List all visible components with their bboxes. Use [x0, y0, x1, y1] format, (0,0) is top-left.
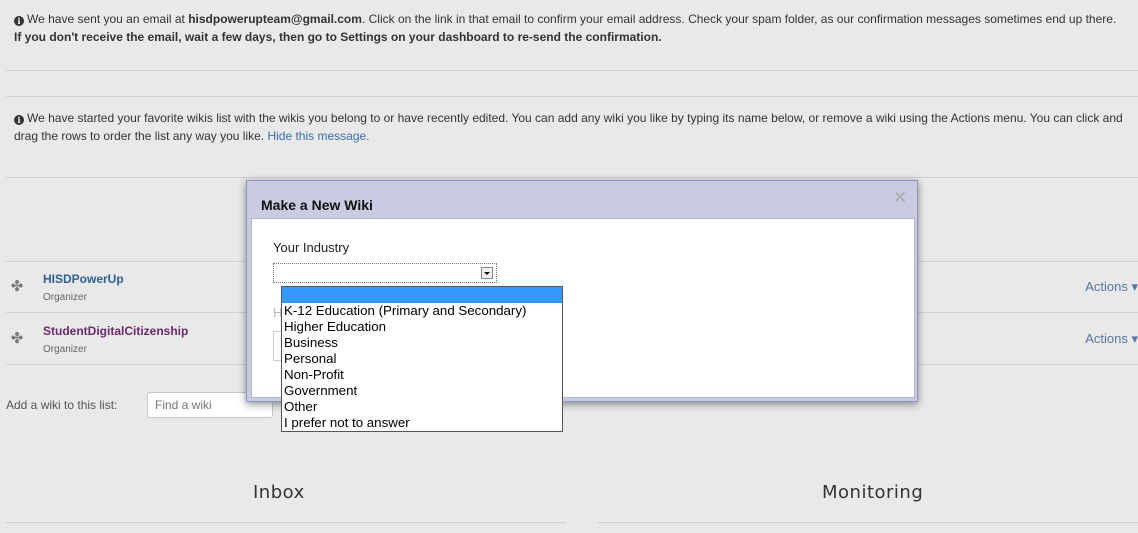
monitoring-heading: Monitoring	[822, 482, 924, 503]
dropdown-option[interactable]	[282, 287, 562, 303]
notice-email-address: hisdpowerupteam@gmail.com	[188, 12, 362, 26]
dropdown-option[interactable]: Personal	[282, 351, 562, 367]
info-icon: i	[14, 16, 24, 26]
industry-dropdown-list[interactable]: K-12 Education (Primary and Secondary) H…	[281, 286, 563, 432]
wiki-name-link[interactable]: HISDPowerUp	[43, 272, 124, 286]
dropdown-option[interactable]: Business	[282, 335, 562, 351]
inbox-divider	[6, 522, 566, 523]
pin-icon[interactable]: ✤	[9, 279, 25, 295]
dropdown-option[interactable]: K-12 Education (Primary and Secondary)	[282, 303, 562, 319]
dropdown-option[interactable]: Other	[282, 399, 562, 415]
wiki-role: Organizer	[43, 344, 87, 355]
close-icon[interactable]: ✕	[893, 189, 907, 206]
chevron-down-icon[interactable]	[481, 267, 493, 279]
email-confirmation-notice: i We have sent you an email at hisdpoweru…	[6, 0, 1138, 71]
email-notice-text-b: . Click on the link in that email to con…	[361, 12, 1117, 26]
industry-select[interactable]	[273, 263, 497, 283]
email-notice-text-a: We have sent you an email at	[27, 12, 189, 26]
dropdown-option[interactable]: Non-Profit	[282, 367, 562, 383]
monitoring-divider	[598, 522, 1138, 523]
email-notice-bold-tail: If you don't receive the email, wait a f…	[14, 30, 662, 44]
wiki-role: Organizer	[43, 292, 87, 303]
industry-label: Your Industry	[273, 240, 350, 255]
actions-menu[interactable]: Actions ▾	[1085, 279, 1138, 295]
inbox-heading: Inbox	[253, 482, 305, 503]
dropdown-option[interactable]: Higher Education	[282, 319, 562, 335]
wiki-name-link[interactable]: StudentDigitalCitizenship	[43, 324, 188, 338]
dropdown-option[interactable]: I prefer not to answer	[282, 415, 562, 431]
favorites-notice-body: We have started your favorite wikis list…	[14, 111, 1123, 143]
favorites-notice: i We have started your favorite wikis lis…	[6, 96, 1138, 178]
hide-message-link[interactable]: Hide this message.	[267, 129, 369, 143]
modal-title: Make a New Wiki	[261, 197, 373, 213]
pin-icon[interactable]: ✤	[9, 331, 25, 347]
info-icon: i	[14, 115, 24, 125]
favorites-notice-text: i We have started your favorite wikis lis…	[14, 109, 1138, 145]
email-notice-text: i We have sent you an email at hisdpoweru…	[14, 10, 1124, 46]
add-wiki-label: Add a wiki to this list:	[6, 398, 118, 412]
dropdown-option[interactable]: Government	[282, 383, 562, 399]
actions-menu[interactable]: Actions ▾	[1085, 331, 1138, 347]
